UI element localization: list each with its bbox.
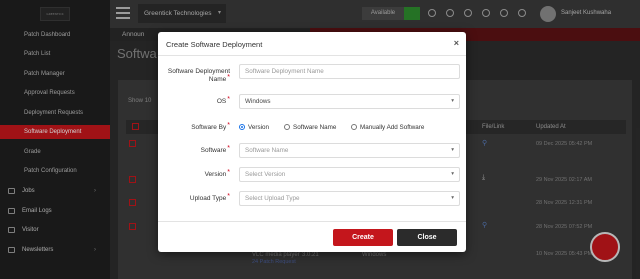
upload-type-label: Upload Type* <box>189 193 230 202</box>
close-button[interactable]: Close <box>397 229 457 246</box>
create-software-deployment-modal: Create Software Deployment × Software De… <box>158 32 466 252</box>
radio-manually-add-software[interactable]: Manually Add Software <box>351 124 424 132</box>
modal-footer: Create Close <box>158 221 466 252</box>
version-label: Version* <box>204 169 230 178</box>
upload-type-row: Upload Type* Select Upload Type ▾ <box>158 191 466 209</box>
software-select[interactable]: Software Name ▾ <box>239 143 460 158</box>
software-label: Software* <box>200 145 230 154</box>
chevron-down-icon: ▾ <box>451 171 454 177</box>
os-row: OS* Windows ▾ <box>158 94 466 112</box>
os-select[interactable]: Windows ▾ <box>239 94 460 109</box>
close-icon[interactable]: × <box>454 38 459 48</box>
software-by-label: Software By* <box>191 122 230 131</box>
chevron-down-icon: ▾ <box>451 147 454 153</box>
create-button[interactable]: Create <box>333 229 393 246</box>
deployment-name-label: Software Deployment Name* <box>167 68 230 83</box>
radio-selected-icon <box>239 124 245 130</box>
radio-version[interactable]: Version <box>239 124 269 132</box>
modal-title: Create Software Deployment <box>166 40 263 49</box>
chevron-down-icon: ▾ <box>451 98 454 104</box>
software-by-row: Software By* Version Software Name Manua… <box>158 120 466 138</box>
modal-header: Create Software Deployment × <box>158 32 466 56</box>
version-row: Version* Select Version ▾ <box>158 167 466 185</box>
version-select[interactable]: Select Version ▾ <box>239 167 460 182</box>
deployment-name-input[interactable]: Software Deployment Name <box>239 64 460 79</box>
software-row: Software* Software Name ▾ <box>158 143 466 161</box>
os-label: OS* <box>216 96 230 105</box>
radio-icon <box>351 124 357 130</box>
chevron-down-icon: ▾ <box>451 195 454 201</box>
software-by-radio-group: Version Software Name Manually Add Softw… <box>239 124 460 134</box>
upload-type-select[interactable]: Select Upload Type ▾ <box>239 191 460 206</box>
deployment-name-row: Software Deployment Name* Software Deplo… <box>158 64 466 83</box>
radio-icon <box>284 124 290 130</box>
radio-software-name[interactable]: Software Name <box>284 124 336 132</box>
